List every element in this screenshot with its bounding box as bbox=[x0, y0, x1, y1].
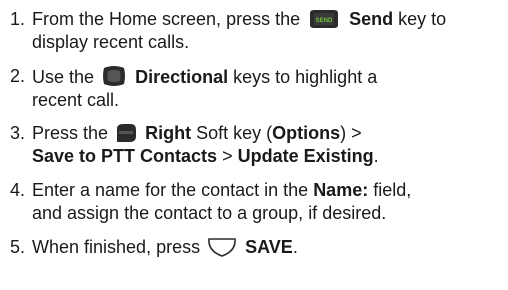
step-text-part: field, bbox=[373, 180, 412, 200]
step-text-part: Enter a name for the contact in the bbox=[32, 180, 309, 200]
step-number: 4. bbox=[10, 180, 26, 200]
step-bold-term: Right bbox=[145, 123, 192, 143]
step-text: Use the Directional keys to highlight a … bbox=[32, 65, 502, 112]
step-text-part: Soft key ( bbox=[196, 123, 273, 143]
step-number: 5. bbox=[10, 237, 26, 257]
step-text-part: keys to highlight a bbox=[233, 67, 378, 87]
step-text-part: display recent calls. bbox=[32, 32, 190, 52]
directional-keys-icon bbox=[101, 65, 127, 87]
step-text-part: ) > bbox=[340, 123, 362, 143]
step-number: 2. bbox=[10, 66, 26, 86]
step-text: Press the Right Soft key (Options) > Sav… bbox=[32, 122, 502, 168]
step-bold-term: Options bbox=[272, 123, 341, 143]
step-bold-term: Directional bbox=[135, 67, 229, 87]
step-text: From the Home screen, press the SEND Sen… bbox=[32, 8, 502, 54]
step-text-part: Use the bbox=[32, 67, 95, 87]
step-text-part: . bbox=[292, 237, 298, 257]
step-bold-term: Name: bbox=[313, 180, 369, 200]
step-bold-term: Update Existing bbox=[237, 146, 374, 166]
send-key-label: SEND bbox=[316, 18, 333, 24]
right-soft-key-icon bbox=[115, 123, 137, 143]
step-bold-term: Send bbox=[349, 9, 394, 29]
send-key-icon: SEND bbox=[307, 9, 341, 29]
step-text-part: key to bbox=[398, 9, 447, 29]
step-text-part: . bbox=[373, 146, 379, 166]
step-text-part: When finished, press bbox=[32, 237, 201, 257]
step-text-part: recent call. bbox=[32, 90, 120, 110]
step-text-part: From the Home screen, press the bbox=[32, 9, 301, 29]
step-text: Enter a name for the contact in the Name… bbox=[32, 179, 502, 225]
step-text-part: and assign the contact to a group, if de… bbox=[32, 203, 387, 223]
step-text: When finished, press SAVE. bbox=[32, 236, 502, 259]
step-number: 1. bbox=[10, 9, 26, 29]
step-bold-term: Save to PTT Contacts bbox=[32, 146, 218, 166]
step-text-part: Press the bbox=[32, 123, 109, 143]
step-text-part: > bbox=[222, 146, 233, 166]
step-bold-term: SAVE bbox=[245, 237, 293, 257]
step-number: 3. bbox=[10, 123, 26, 143]
center-soft-key-icon bbox=[207, 237, 237, 257]
